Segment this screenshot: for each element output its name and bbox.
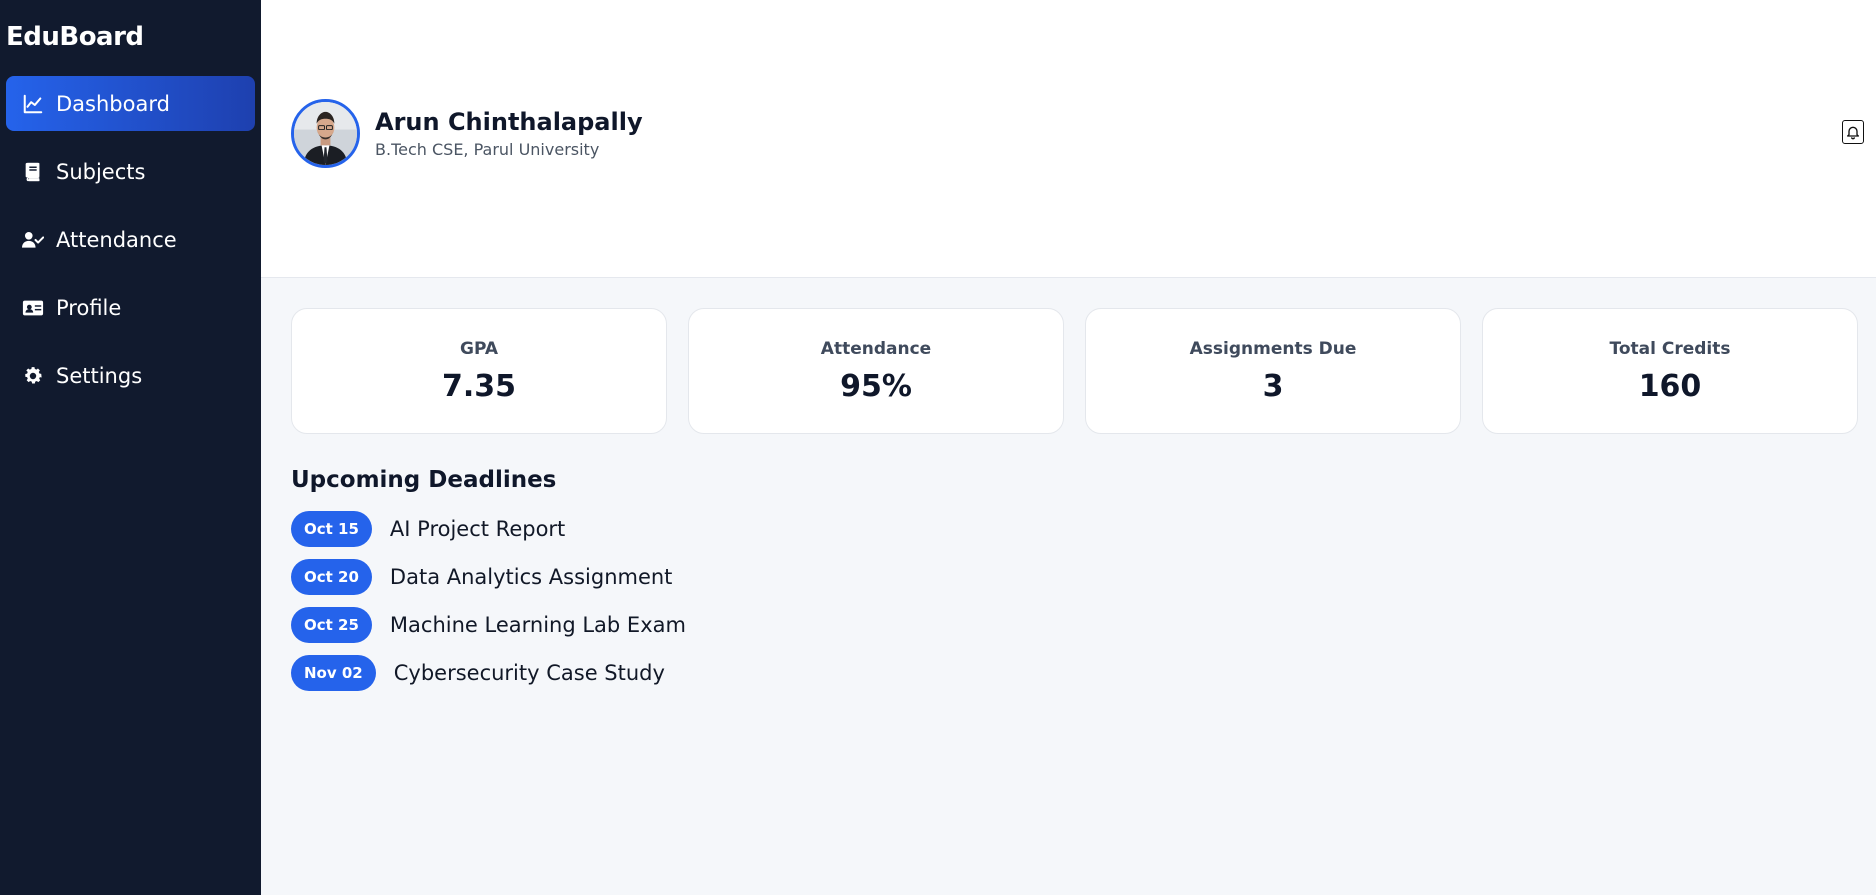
sidebar-item-label: Profile xyxy=(56,295,122,320)
book-icon xyxy=(20,159,46,185)
stat-card-total-credits: Total Credits 160 xyxy=(1482,308,1858,434)
stat-card-gpa: GPA 7.35 xyxy=(291,308,667,434)
user-name: Arun Chinthalapally xyxy=(375,108,643,136)
chart-line-icon xyxy=(20,91,46,117)
list-item: Oct 25 Machine Learning Lab Exam xyxy=(291,601,1858,649)
deadline-title: Data Analytics Assignment xyxy=(389,565,673,589)
sidebar: EduBoard Dashboard Subjects Attendance P… xyxy=(0,0,261,895)
deadline-title: Cybersecurity Case Study xyxy=(393,661,665,685)
user-check-icon xyxy=(20,227,46,253)
app-root: EduBoard Dashboard Subjects Attendance P… xyxy=(0,0,1876,895)
sidebar-item-attendance[interactable]: Attendance xyxy=(6,212,255,267)
deadline-title: AI Project Report xyxy=(389,517,566,541)
section-title-deadlines: Upcoming Deadlines xyxy=(291,467,557,493)
stat-card-attendance: Attendance 95% xyxy=(688,308,1064,434)
stats-cards: GPA 7.35 Attendance 95% Assignments Due … xyxy=(291,308,1858,434)
stat-value: 7.35 xyxy=(441,368,517,404)
id-card-icon xyxy=(20,295,46,321)
list-item: Oct 20 Data Analytics Assignment xyxy=(291,553,1858,601)
sidebar-item-subjects[interactable]: Subjects xyxy=(6,144,255,199)
stat-label: Total Credits xyxy=(1609,338,1731,359)
notification-button[interactable] xyxy=(1842,120,1864,144)
stat-value: 95% xyxy=(840,368,912,404)
list-item: Oct 15 AI Project Report xyxy=(291,505,1858,553)
dashboard-content: GPA 7.35 Attendance 95% Assignments Due … xyxy=(261,278,1876,697)
sidebar-item-label: Subjects xyxy=(56,159,146,184)
profile-text: Arun Chinthalapally B.Tech CSE, Parul Un… xyxy=(375,108,643,159)
user-subtitle: B.Tech CSE, Parul University xyxy=(375,140,600,159)
deadline-title: Machine Learning Lab Exam xyxy=(389,613,686,637)
stat-value: 3 xyxy=(1262,368,1284,404)
brand-logo[interactable]: EduBoard xyxy=(6,22,255,52)
sidebar-item-label: Dashboard xyxy=(56,91,170,116)
gear-icon xyxy=(20,363,46,389)
date-badge: Oct 25 xyxy=(291,607,372,643)
sidebar-item-dashboard[interactable]: Dashboard xyxy=(6,76,255,131)
stat-card-assignments-due: Assignments Due 3 xyxy=(1085,308,1461,434)
user-profile: Arun Chinthalapally B.Tech CSE, Parul Un… xyxy=(291,99,643,168)
sidebar-item-profile[interactable]: Profile xyxy=(6,280,255,335)
date-badge: Oct 20 xyxy=(291,559,372,595)
sidebar-item-label: Attendance xyxy=(56,227,177,252)
bell-icon xyxy=(1845,124,1861,140)
stat-label: Attendance xyxy=(820,338,932,359)
date-badge: Oct 15 xyxy=(291,511,372,547)
date-badge: Nov 02 xyxy=(291,655,376,691)
avatar[interactable] xyxy=(291,99,360,168)
list-item: Nov 02 Cybersecurity Case Study xyxy=(291,649,1858,697)
sidebar-item-settings[interactable]: Settings xyxy=(6,348,255,403)
profile-header: Arun Chinthalapally B.Tech CSE, Parul Un… xyxy=(261,0,1876,278)
deadline-list: Oct 15 AI Project Report Oct 20 Data Ana… xyxy=(291,505,1858,697)
main-content: Arun Chinthalapally B.Tech CSE, Parul Un… xyxy=(261,0,1876,895)
stat-value: 160 xyxy=(1638,368,1702,404)
stat-label: GPA xyxy=(459,338,498,359)
stat-label: Assignments Due xyxy=(1189,338,1357,359)
sidebar-item-label: Settings xyxy=(56,363,143,388)
